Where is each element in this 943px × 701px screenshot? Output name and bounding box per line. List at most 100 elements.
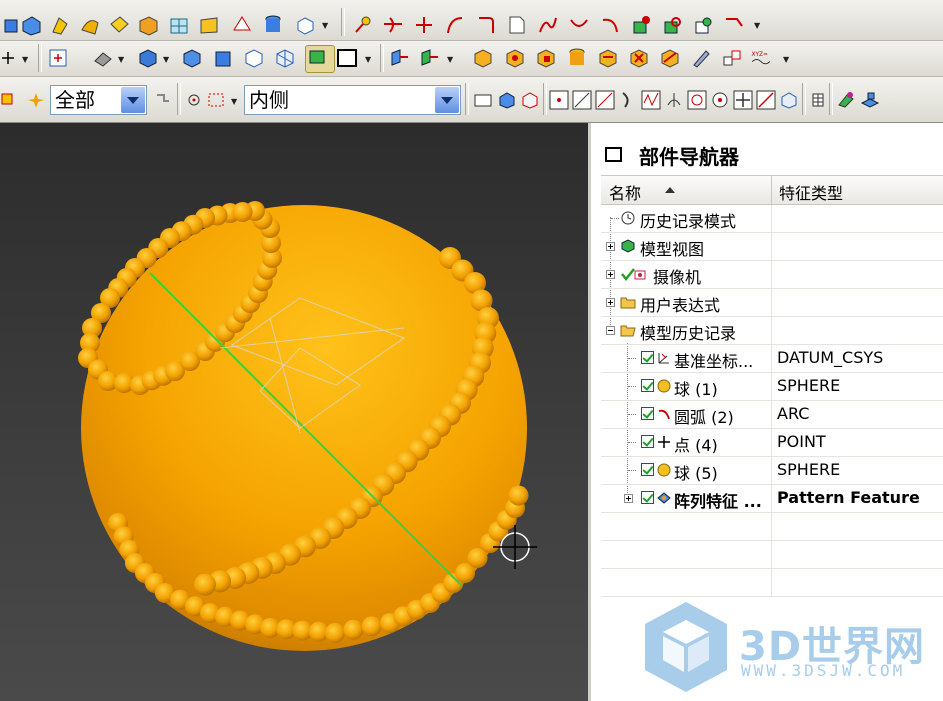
chevron-down-icon[interactable]: ▼ <box>754 21 760 30</box>
tree-row-point-4[interactable]: 点 (4) POINT <box>601 429 943 457</box>
mesh-icon[interactable] <box>168 14 190 36</box>
expand-icon[interactable] <box>606 298 615 307</box>
intersect-curve-icon[interactable] <box>661 14 683 36</box>
tree-row-model-history[interactable]: 模型历史记录 <box>601 317 943 345</box>
snap-midpoint-icon[interactable] <box>571 89 593 111</box>
chevron-down-icon[interactable] <box>435 87 459 113</box>
feature-cube-b-icon[interactable] <box>504 47 526 69</box>
revolve-icon[interactable] <box>79 14 101 36</box>
tree-row-sphere-1[interactable]: 球 (1) SPHERE <box>601 373 943 401</box>
offset-curve-icon[interactable] <box>723 14 745 36</box>
cylinder-icon[interactable] <box>262 14 284 36</box>
visibility-checkbox[interactable] <box>641 463 654 476</box>
select-filter-icon[interactable] <box>0 89 22 111</box>
visibility-checkbox[interactable] <box>641 491 654 504</box>
fit-view-icon[interactable] <box>47 47 69 69</box>
box-icon[interactable] <box>20 14 42 36</box>
render-style-icon[interactable] <box>92 47 114 69</box>
chevron-down-icon[interactable]: ▼ <box>118 55 124 64</box>
selection-scope-combo[interactable]: 内侧 <box>244 85 461 115</box>
snap-on-face-icon[interactable] <box>778 89 800 111</box>
tree-row-history-mode[interactable]: 历史记录模式 <box>601 205 943 233</box>
chevron-down-icon[interactable] <box>121 87 145 113</box>
project-curve-icon[interactable] <box>630 14 652 36</box>
datum-icon[interactable] <box>721 47 743 69</box>
target-icon[interactable] <box>183 89 205 111</box>
snap-on-curve-icon[interactable] <box>755 89 777 111</box>
chevron-down-icon[interactable]: ▼ <box>783 55 789 64</box>
snap-quadrant-icon[interactable] <box>709 89 731 111</box>
spline-icon[interactable] <box>537 14 559 36</box>
view-cube-icon[interactable] <box>294 14 316 36</box>
conic-icon[interactable] <box>568 14 590 36</box>
wireframe-cube-icon[interactable] <box>243 47 265 69</box>
xyz-function-icon[interactable]: XYZ= <box>750 47 780 69</box>
iso-cube-icon[interactable] <box>181 47 203 69</box>
tree-row-arc-2[interactable]: 圆弧 (2) ARC <box>601 401 943 429</box>
visibility-checkbox[interactable] <box>641 435 654 448</box>
split-curve-icon[interactable] <box>413 14 435 36</box>
sparkle-icon[interactable] <box>25 89 47 111</box>
cone-icon[interactable] <box>231 14 253 36</box>
feature-cube-f-icon[interactable] <box>659 47 681 69</box>
graphics-viewport[interactable] <box>0 123 588 701</box>
snap-endpoint-icon[interactable] <box>548 89 570 111</box>
navigator-pin-icon[interactable] <box>605 147 622 162</box>
rectangle-select-icon[interactable] <box>205 89 227 111</box>
select-face-icon[interactable] <box>519 89 541 111</box>
feature-cube-d-icon[interactable] <box>597 47 619 69</box>
feature-cube-a-icon[interactable] <box>472 47 494 69</box>
move-arrow-icon[interactable] <box>388 47 410 69</box>
paint-icon[interactable] <box>835 89 857 111</box>
snap-point-icon[interactable] <box>732 89 754 111</box>
arc-curve-icon[interactable] <box>599 14 621 36</box>
sweep-icon[interactable] <box>108 14 130 36</box>
feature-cylinder-icon[interactable] <box>566 47 588 69</box>
visibility-checkbox[interactable] <box>641 407 654 420</box>
collapse-icon[interactable] <box>606 326 615 335</box>
pen-tool-icon[interactable] <box>690 47 712 69</box>
plus-icon[interactable] <box>0 47 22 69</box>
chevron-down-icon[interactable]: ▼ <box>163 55 169 64</box>
shaded-cube-icon[interactable] <box>137 47 159 69</box>
snap-center-icon[interactable] <box>686 89 708 111</box>
tree-row-pattern-feature[interactable]: 阵列特征 ... Pattern Feature <box>601 485 943 513</box>
snap-line-icon[interactable] <box>594 89 616 111</box>
tree-row-datum-csys[interactable]: 基准坐标... DATUM_CSYS <box>601 345 943 373</box>
grid-icon[interactable] <box>807 89 829 111</box>
assembly-filter-icon[interactable] <box>152 89 174 111</box>
expand-icon[interactable] <box>606 270 615 279</box>
snap-curve-icon[interactable] <box>617 89 639 111</box>
snap-intersection-icon[interactable] <box>663 89 685 111</box>
layer-icon[interactable] <box>859 89 881 111</box>
visibility-checkbox[interactable] <box>641 351 654 364</box>
column-divider[interactable] <box>771 176 772 204</box>
snap-spline-icon[interactable] <box>640 89 662 111</box>
surface-icon[interactable] <box>198 14 220 36</box>
select-body-icon[interactable] <box>496 89 518 111</box>
transform-icon[interactable] <box>418 47 440 69</box>
chevron-down-icon[interactable]: ▼ <box>231 97 237 106</box>
tree-row-sphere-5[interactable]: 球 (5) SPHERE <box>601 457 943 485</box>
corner-icon[interactable] <box>475 14 497 36</box>
fillet-curve-icon[interactable] <box>444 14 466 36</box>
tree-row-user-expressions[interactable]: 用户表达式 <box>601 289 943 317</box>
column-name-header[interactable]: 名称 <box>609 180 641 204</box>
hidden-edge-cube-icon[interactable] <box>274 47 296 69</box>
key-icon[interactable] <box>352 14 374 36</box>
expand-icon[interactable] <box>606 242 615 251</box>
visibility-checkbox[interactable] <box>641 379 654 392</box>
sort-ascending-icon[interactable] <box>665 187 675 193</box>
tree-row-model-views[interactable]: 模型视图 <box>601 233 943 261</box>
trim-curve-icon[interactable] <box>382 14 404 36</box>
column-type-header[interactable]: 特征类型 <box>779 180 843 204</box>
feature-cube-c-icon[interactable] <box>535 47 557 69</box>
tree-row-cameras[interactable]: 摄像机 <box>601 261 943 289</box>
expand-icon[interactable] <box>624 494 633 503</box>
front-cube-icon[interactable] <box>212 47 234 69</box>
chevron-down-icon[interactable]: ▼ <box>447 55 453 64</box>
type-filter-combo[interactable]: 全部 <box>50 85 147 115</box>
chevron-down-icon[interactable]: ▼ <box>322 21 328 30</box>
background-icon[interactable] <box>336 47 358 69</box>
extrude-icon[interactable] <box>49 14 71 36</box>
